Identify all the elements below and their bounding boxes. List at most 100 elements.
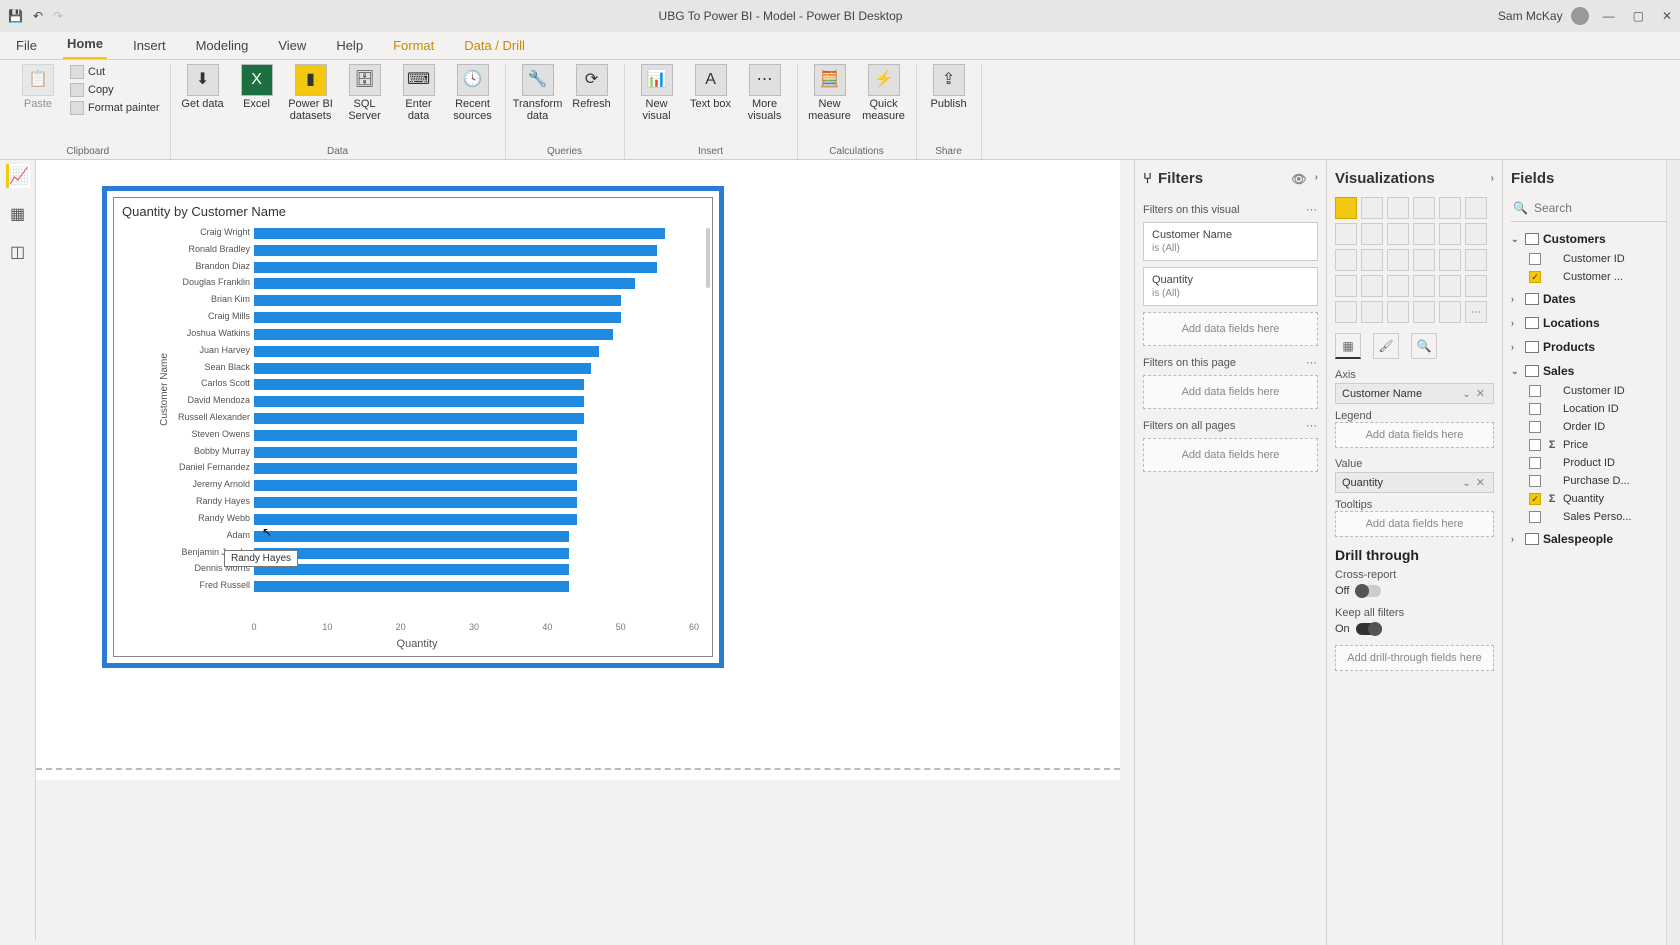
cross-report-toggle[interactable] — [1355, 585, 1381, 597]
tab-data-drill[interactable]: Data / Drill — [460, 32, 529, 59]
new-visual-button[interactable]: 📊New visual — [633, 64, 681, 122]
field-item[interactable]: Customer ID — [1511, 250, 1672, 268]
viz-type-icon[interactable] — [1361, 301, 1383, 323]
viz-type-icon[interactable] — [1465, 197, 1487, 219]
keep-filters-toggle[interactable] — [1356, 623, 1382, 635]
legend-drop[interactable]: Add data fields here — [1335, 422, 1494, 448]
bar-row[interactable]: Joshua Watkins — [254, 329, 694, 342]
model-view-button[interactable]: ◫ — [6, 240, 30, 264]
copy-button[interactable]: Copy — [68, 82, 162, 98]
text-box-button[interactable]: AText box — [687, 64, 735, 110]
remove-field-icon[interactable]: ✕ — [1474, 477, 1487, 489]
tab-view[interactable]: View — [274, 32, 310, 59]
bar-row[interactable]: Craig Mills — [254, 312, 694, 325]
refresh-button[interactable]: ⟳Refresh — [568, 64, 616, 110]
viz-type-icon[interactable] — [1387, 275, 1409, 297]
format-painter-button[interactable]: Format painter — [68, 100, 162, 116]
fields-tab-icon[interactable]: ▦ — [1335, 333, 1361, 359]
value-field-pill[interactable]: Quantity ⌄ ✕ — [1335, 472, 1494, 493]
analytics-tab-icon[interactable]: 🔍 — [1411, 333, 1437, 359]
viz-type-icon[interactable] — [1413, 275, 1435, 297]
search-input[interactable] — [1534, 201, 1680, 215]
viz-type-icon[interactable] — [1335, 197, 1357, 219]
maximize-icon[interactable]: ▢ — [1633, 9, 1644, 23]
tab-modeling[interactable]: Modeling — [192, 32, 253, 59]
table-header[interactable]: ›Salespeople — [1511, 528, 1672, 550]
bar-row[interactable]: Steven Owens — [254, 430, 694, 443]
avatar[interactable] — [1571, 7, 1589, 25]
bar-row[interactable]: Randy Hayes — [254, 497, 694, 510]
minimize-icon[interactable]: — — [1603, 9, 1615, 23]
filter-card[interactable]: Quantity is (All) — [1143, 267, 1318, 306]
more-icon[interactable]: ⋯ — [1306, 356, 1318, 369]
more-visuals-button[interactable]: ⋯More visuals — [741, 64, 789, 122]
field-item[interactable]: Order ID — [1511, 418, 1672, 436]
paste-button[interactable]: 📋Paste — [14, 64, 62, 110]
viz-type-icon[interactable] — [1361, 223, 1383, 245]
field-checkbox[interactable] — [1529, 421, 1541, 433]
tab-file[interactable]: File — [12, 32, 41, 59]
table-header[interactable]: ›Products — [1511, 336, 1672, 358]
viz-type-icon[interactable] — [1413, 197, 1435, 219]
field-item[interactable]: Purchase D... — [1511, 472, 1672, 490]
bar-row[interactable]: Sean Black — [254, 363, 694, 376]
more-icon[interactable]: ⋯ — [1306, 419, 1318, 432]
viz-type-icon[interactable] — [1413, 301, 1435, 323]
tab-home[interactable]: Home — [63, 30, 107, 59]
field-checkbox[interactable]: ✓ — [1529, 493, 1541, 505]
bar-row[interactable]: Brian Kim — [254, 295, 694, 308]
viz-type-icon[interactable] — [1465, 275, 1487, 297]
cut-button[interactable]: Cut — [68, 64, 162, 80]
field-item[interactable]: Customer ID — [1511, 382, 1672, 400]
field-item[interactable]: ΣPrice — [1511, 436, 1672, 454]
vertical-scrollbar[interactable] — [1666, 160, 1680, 945]
viz-type-icon[interactable] — [1465, 223, 1487, 245]
data-view-button[interactable]: ▦ — [6, 202, 30, 226]
chevron-down-icon[interactable]: ⌄ — [1462, 389, 1470, 400]
viz-type-icon[interactable] — [1413, 249, 1435, 271]
recent-sources-button[interactable]: 🕓Recent sources — [449, 64, 497, 122]
enter-data-button[interactable]: ⌨Enter data — [395, 64, 443, 122]
chart-scrollbar[interactable] — [706, 228, 710, 288]
viz-type-icon[interactable] — [1335, 275, 1357, 297]
transform-data-button[interactable]: 🔧Transform data — [514, 64, 562, 122]
viz-type-icon[interactable] — [1439, 275, 1461, 297]
field-checkbox[interactable] — [1529, 457, 1541, 469]
viz-type-icon[interactable] — [1387, 223, 1409, 245]
field-checkbox[interactable] — [1529, 475, 1541, 487]
get-data-button[interactable]: ⬇Get data — [179, 64, 227, 110]
field-checkbox[interactable] — [1529, 403, 1541, 415]
viz-type-icon[interactable] — [1361, 249, 1383, 271]
viz-type-icon[interactable] — [1335, 249, 1357, 271]
bar-row[interactable]: Jeremy Arnold — [254, 480, 694, 493]
field-item[interactable]: ✓ΣQuantity — [1511, 490, 1672, 508]
remove-field-icon[interactable]: ✕ — [1474, 388, 1487, 400]
bar-row[interactable]: David Mendoza — [254, 396, 694, 409]
tab-format[interactable]: Format — [389, 32, 438, 59]
bar-row[interactable]: Adam — [254, 531, 694, 544]
pbi-datasets-button[interactable]: ▮Power BI datasets — [287, 64, 335, 122]
format-tab-icon[interactable]: 🖌 — [1373, 333, 1399, 359]
new-measure-button[interactable]: 🧮New measure — [806, 64, 854, 122]
bar-row[interactable]: Benjamin Jacobs — [254, 548, 694, 561]
viz-type-icon[interactable] — [1439, 301, 1461, 323]
bar-row[interactable]: Fred Russell — [254, 581, 694, 594]
quick-measure-button[interactable]: ⚡Quick measure — [860, 64, 908, 122]
table-header[interactable]: ›Locations — [1511, 312, 1672, 334]
field-checkbox[interactable] — [1529, 511, 1541, 523]
viz-type-icon[interactable] — [1335, 223, 1357, 245]
add-filter-drop[interactable]: Add data fields here — [1143, 438, 1318, 472]
table-header[interactable]: ⌄Sales — [1511, 360, 1672, 382]
bar-row[interactable]: Douglas Franklin — [254, 278, 694, 291]
collapse-filters-icon[interactable]: › — [1315, 172, 1318, 186]
viz-type-icon[interactable] — [1335, 301, 1357, 323]
viz-type-icon[interactable] — [1361, 197, 1383, 219]
add-filter-drop[interactable]: Add data fields here — [1143, 375, 1318, 409]
close-icon[interactable]: ✕ — [1662, 9, 1672, 23]
publish-button[interactable]: ⇪Publish — [925, 64, 973, 110]
more-icon[interactable]: ⋯ — [1306, 203, 1318, 216]
bar-row[interactable]: Carlos Scott — [254, 379, 694, 392]
tab-insert[interactable]: Insert — [129, 32, 170, 59]
bar-chart-visual[interactable]: Quantity by Customer Name Customer Name … — [102, 186, 724, 668]
sql-server-button[interactable]: 🗄SQL Server — [341, 64, 389, 122]
